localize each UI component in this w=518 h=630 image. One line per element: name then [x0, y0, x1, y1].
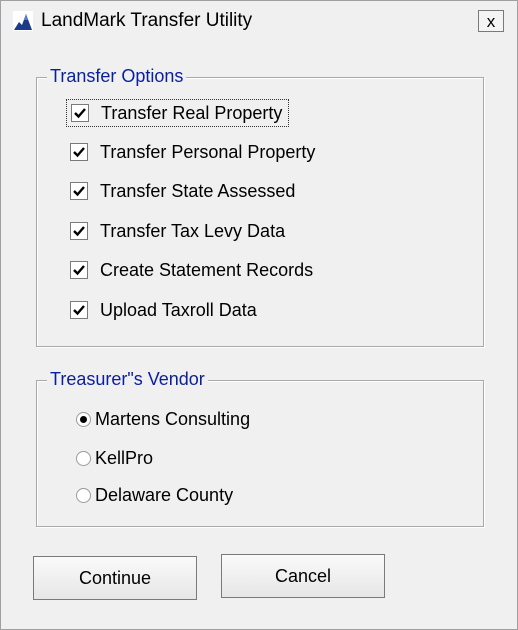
checkbox-box[interactable]: [70, 261, 88, 279]
checkbox-label: Transfer State Assessed: [100, 180, 296, 201]
radio-label: Delaware County: [95, 484, 234, 505]
transfer-options-group: Transfer Options Transfer Real Property …: [36, 66, 484, 347]
title-bar[interactable]: LandMark Transfer Utility x: [1, 1, 517, 39]
checkbox-transfer-real-property[interactable]: Transfer Real Property: [66, 99, 290, 127]
vendor-legend: Treasurer"s Vendor: [47, 369, 208, 390]
checkbox-transfer-state-assessed[interactable]: Transfer State Assessed: [70, 178, 295, 204]
checkbox-label: Create Statement Records: [100, 259, 314, 280]
checkbox-upload-taxroll-data[interactable]: Upload Taxroll Data: [70, 297, 257, 323]
checkbox-label: Transfer Tax Levy Data: [100, 220, 286, 241]
checkbox-box[interactable]: [71, 104, 89, 122]
checkbox-create-statement-records[interactable]: Create Statement Records: [70, 257, 313, 283]
vendor-group: Treasurer"s Vendor Martens Consulting Ke…: [36, 369, 484, 527]
checkmark-icon: [73, 305, 85, 316]
checkbox-box[interactable]: [70, 301, 88, 319]
close-button[interactable]: x: [478, 10, 504, 32]
checkbox-label: Transfer Real Property: [101, 102, 283, 123]
transfer-utility-window: LandMark Transfer Utility x Transfer Opt…: [0, 0, 518, 630]
radio-delaware-county[interactable]: Delaware County: [76, 483, 233, 507]
window-title: LandMark Transfer Utility: [41, 10, 253, 31]
checkbox-transfer-personal-property[interactable]: Transfer Personal Property: [70, 139, 315, 165]
checkmark-icon: [73, 147, 85, 158]
radio-kellpro[interactable]: KellPro: [76, 446, 153, 470]
radio-selected-dot: [80, 415, 87, 423]
checkbox-box[interactable]: [70, 182, 88, 200]
radio-label: Martens Consulting: [95, 408, 251, 429]
checkbox-label: Transfer Personal Property: [100, 141, 316, 162]
checkmark-icon: [73, 226, 85, 237]
transfer-options-legend: Transfer Options: [47, 66, 187, 87]
checkbox-box[interactable]: [70, 143, 88, 161]
cancel-button[interactable]: Cancel: [221, 554, 385, 598]
checkmark-icon: [74, 108, 86, 119]
checkbox-transfer-tax-levy-data[interactable]: Transfer Tax Levy Data: [70, 218, 285, 244]
continue-button[interactable]: Continue: [33, 556, 197, 600]
checkmark-icon: [73, 186, 85, 197]
radio-martens-consulting[interactable]: Martens Consulting: [76, 407, 250, 431]
radio-button[interactable]: [76, 411, 91, 427]
landmark-app-icon: [13, 11, 33, 31]
checkmark-icon: [73, 265, 85, 276]
checkbox-box[interactable]: [70, 222, 88, 240]
radio-label: KellPro: [95, 447, 154, 468]
radio-button[interactable]: [76, 487, 91, 503]
radio-button[interactable]: [76, 450, 91, 466]
checkbox-label: Upload Taxroll Data: [100, 299, 257, 320]
